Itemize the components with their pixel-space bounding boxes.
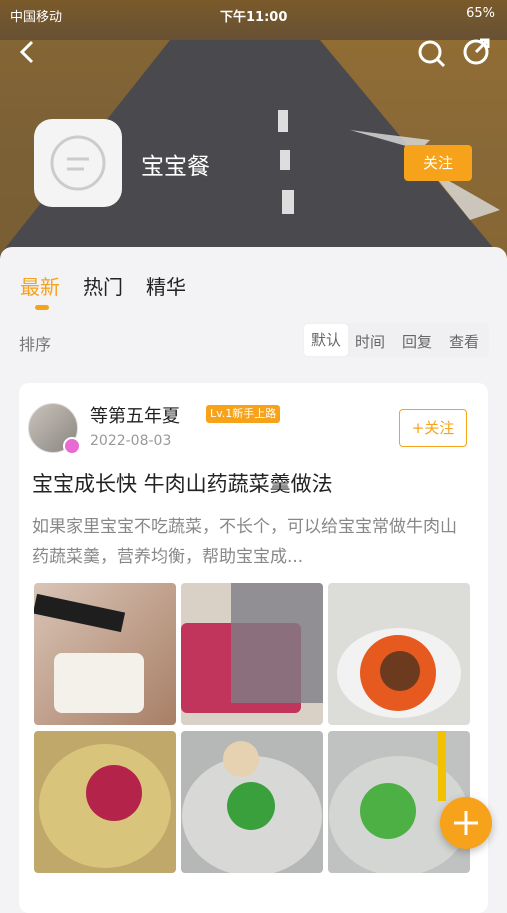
search-icon <box>418 40 446 68</box>
sort-views[interactable]: 查看 <box>449 331 479 352</box>
post-title[interactable]: 宝宝成长快 牛肉山药蔬菜羹做法 <box>32 468 333 498</box>
post-image[interactable] <box>181 583 323 725</box>
sort-default[interactable]: 默认 <box>304 324 348 356</box>
post-image[interactable] <box>181 731 323 873</box>
carrier-label: 中国移动 <box>10 10 63 25</box>
post-image[interactable] <box>328 583 470 725</box>
back-button[interactable] <box>8 32 48 72</box>
active-tab-indicator <box>35 305 49 310</box>
post-username[interactable]: 等第五年夏 <box>90 402 180 428</box>
search-button[interactable] <box>412 34 452 74</box>
post-date: 2022-08-03 <box>90 433 172 449</box>
sort-time[interactable]: 时间 <box>355 331 385 352</box>
follow-group-button[interactable]: 关注 <box>404 145 472 181</box>
group-avatar <box>34 119 122 207</box>
sort-reply[interactable]: 回复 <box>402 331 432 352</box>
back-arrow-icon <box>19 40 34 64</box>
post-image[interactable] <box>34 731 176 873</box>
level-badge: Lv.1新手上路 <box>206 405 281 423</box>
battery-level: 65% <box>466 6 495 21</box>
tab-latest[interactable]: 最新 <box>20 271 60 300</box>
sort-label: 排序 <box>19 335 52 354</box>
post-excerpt: 如果家里宝宝不吃蔬菜，不长个，可以给宝宝常做牛肉山药蔬菜羹，营养均衡，帮助宝宝成… <box>32 517 457 567</box>
share-button[interactable] <box>458 34 498 74</box>
plus-icon <box>454 811 478 835</box>
post-image[interactable] <box>34 583 176 725</box>
user-badge-icon <box>63 437 81 455</box>
share-icon <box>463 38 490 65</box>
status-bar: 中国移动 下午11:00 65% <box>0 4 507 26</box>
follow-user-button[interactable]: +关注 <box>399 409 467 447</box>
tab-featured[interactable]: 精华 <box>146 271 186 300</box>
chat-bubble-icon <box>50 135 106 191</box>
tab-hot[interactable]: 热门 <box>83 271 123 300</box>
group-name: 宝宝餐 <box>141 154 210 180</box>
status-time: 下午11:00 <box>220 10 288 25</box>
add-post-button[interactable] <box>440 797 492 849</box>
